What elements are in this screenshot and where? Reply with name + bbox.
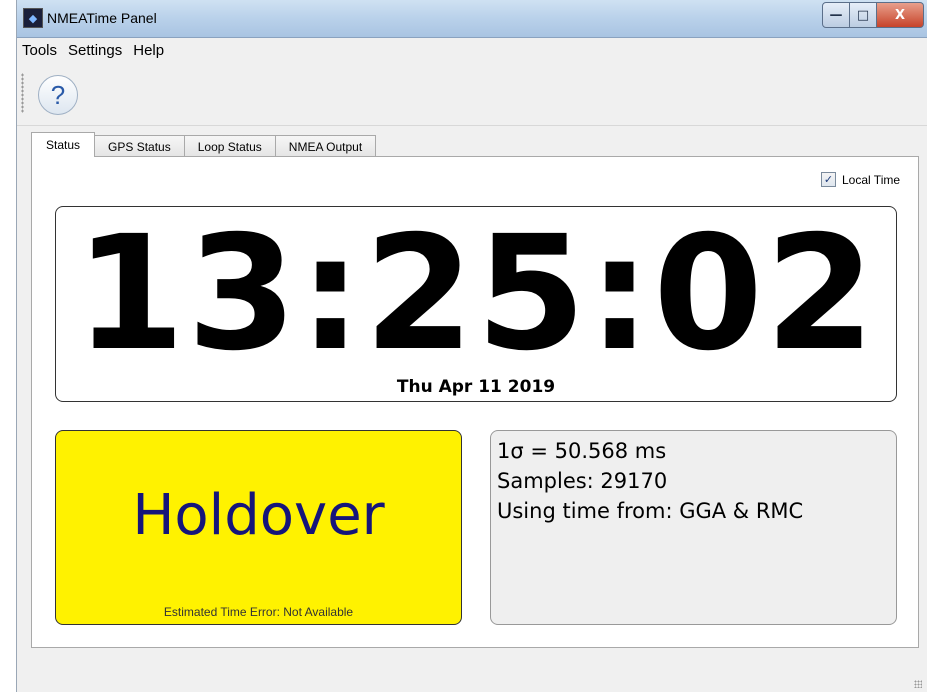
status-panel: ✓ Local Time 13:25:02 Thu Apr 11 2019 Ho… bbox=[31, 156, 919, 648]
toolbar: ? bbox=[17, 63, 927, 126]
title-bar[interactable]: ◆ NMEATime Panel — □ X bbox=[17, 0, 927, 38]
menu-settings[interactable]: Settings bbox=[63, 42, 128, 59]
sync-state-label: Holdover bbox=[132, 483, 385, 548]
tab-bar: Status GPS Status Loop Status NMEA Outpu… bbox=[31, 132, 377, 157]
local-time-checkbox[interactable]: ✓ bbox=[821, 172, 836, 187]
window-controls: — □ X bbox=[822, 2, 924, 28]
samples-stat: Samples: 29170 bbox=[497, 469, 668, 493]
close-button[interactable]: X bbox=[877, 2, 924, 28]
tab-loop-status[interactable]: Loop Status bbox=[183, 135, 276, 157]
tab-gps-status[interactable]: GPS Status bbox=[94, 135, 185, 157]
local-time-toggle[interactable]: ✓ Local Time bbox=[821, 172, 900, 187]
tab-status[interactable]: Status bbox=[31, 132, 96, 157]
resize-grip-icon[interactable] bbox=[914, 680, 922, 688]
help-button[interactable]: ? bbox=[38, 75, 78, 115]
minimize-button[interactable]: — bbox=[822, 2, 850, 28]
clock-time: 13:25:02 bbox=[75, 202, 877, 386]
maximize-button[interactable]: □ bbox=[850, 2, 877, 28]
clock-display: 13:25:02 Thu Apr 11 2019 bbox=[55, 206, 897, 402]
time-source-stat: Using time from: GGA & RMC bbox=[497, 499, 804, 523]
menu-bar: Tools Settings Help bbox=[17, 38, 927, 62]
tab-nmea-output[interactable]: NMEA Output bbox=[274, 135, 377, 157]
menu-help[interactable]: Help bbox=[128, 42, 170, 59]
toolbar-grip-icon[interactable] bbox=[21, 73, 24, 113]
help-icon: ? bbox=[50, 80, 66, 110]
app-window: ◆ NMEATime Panel — □ X Tools Settings He… bbox=[16, 0, 927, 692]
app-icon: ◆ bbox=[23, 8, 43, 28]
window-title: NMEATime Panel bbox=[47, 10, 157, 26]
menu-tools[interactable]: Tools bbox=[17, 42, 63, 59]
clock-date: Thu Apr 11 2019 bbox=[396, 377, 556, 397]
sigma-stat: 1σ = 50.568 ms bbox=[497, 439, 667, 463]
local-time-label: Local Time bbox=[842, 172, 901, 187]
sync-state-box: Holdover Estimated Time Error: Not Avail… bbox=[55, 430, 462, 625]
estimated-error-label: Estimated Time Error: Not Available bbox=[163, 605, 354, 619]
stats-box: 1σ = 50.568 ms Samples: 29170 Using time… bbox=[490, 430, 897, 625]
